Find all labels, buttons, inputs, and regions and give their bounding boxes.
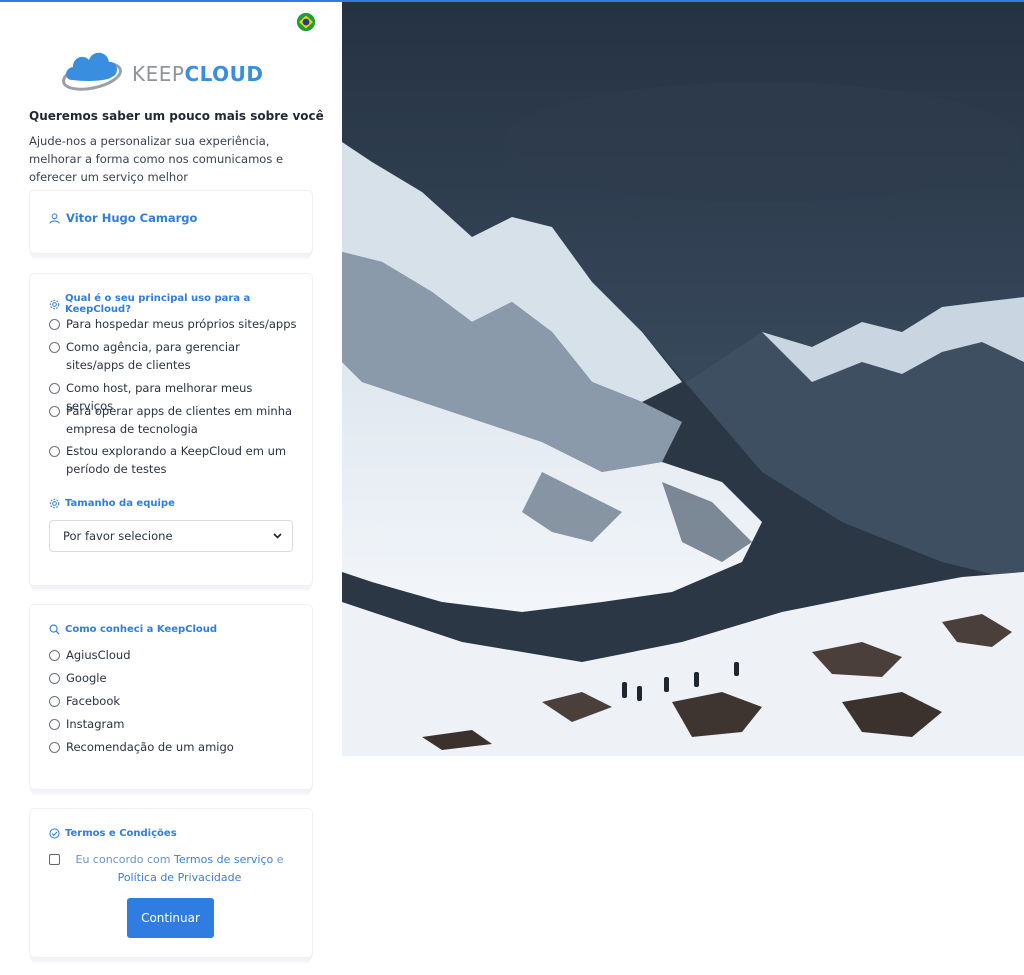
search-icon <box>49 624 60 635</box>
logo-keep-text: KEEP <box>132 62 185 86</box>
radio-button[interactable] <box>49 406 60 417</box>
check-circle-icon <box>49 828 60 839</box>
gear-icon <box>49 299 60 309</box>
terms-prefix: Eu concordo com <box>75 853 174 866</box>
intro-description: Ajude-nos a personalizar sua experiência… <box>29 134 284 184</box>
team-size-select[interactable]: Por favor selecione <box>49 520 293 552</box>
referral-option-label: Google <box>66 671 107 685</box>
gear-icon <box>49 498 60 509</box>
terms-heading-label: Termos e Condições <box>65 828 177 839</box>
terms-of-service-link[interactable]: Termos de serviço <box>174 853 273 866</box>
onboarding-panel: KEEPCLOUD Queremos saber um pouco mais s… <box>0 2 342 975</box>
radio-button[interactable] <box>49 673 60 684</box>
logo-wordmark: KEEPCLOUD <box>132 62 264 86</box>
referral-question-heading: Como conheci a KeepCloud <box>49 624 217 635</box>
usage-option[interactable]: Para operar apps de clientes em minha em… <box>49 402 299 438</box>
referral-option[interactable]: Recomendação de um amigo <box>49 738 299 756</box>
continue-button[interactable]: Continuar <box>127 898 214 938</box>
referral-option-label: Instagram <box>66 717 125 731</box>
mountain-landscape-image <box>342 2 1024 756</box>
referral-option[interactable]: Google <box>49 669 299 687</box>
terms-agreement-text: Eu concordo com Termos de serviço e Polí… <box>60 851 299 887</box>
usage-option[interactable]: Como agência, para gerenciar sites/apps … <box>49 338 299 374</box>
usage-option[interactable]: Estou explorando a KeepCloud em um perío… <box>49 442 299 478</box>
radio-button[interactable] <box>49 650 60 661</box>
chevron-down-icon <box>273 533 282 539</box>
team-size-selected-value: Por favor selecione <box>63 529 173 543</box>
usage-card: Qual é o seu principal uso para a KeepCl… <box>29 273 313 586</box>
referral-option[interactable]: Instagram <box>49 715 299 733</box>
usage-option-label: Como agência, para gerenciar sites/apps … <box>66 340 240 372</box>
brazil-flag-icon[interactable] <box>297 13 315 31</box>
usage-option-label: Para hospedar meus próprios sites/apps <box>66 317 297 331</box>
terms-checkbox[interactable] <box>49 854 60 865</box>
usage-option-label: Estou explorando a KeepCloud em um perío… <box>66 444 287 476</box>
referral-option-label: Facebook <box>66 694 121 708</box>
terms-conjunction: e <box>273 853 284 866</box>
user-icon <box>49 212 60 224</box>
radio-button[interactable] <box>49 342 60 353</box>
user-card: Vitor Hugo Camargo <box>29 190 313 254</box>
cloud-logo-icon <box>62 52 122 91</box>
radio-button[interactable] <box>49 742 60 753</box>
team-size-heading: Tamanho da equipe <box>49 498 175 509</box>
radio-button[interactable] <box>49 383 60 394</box>
referral-option[interactable]: Facebook <box>49 692 299 710</box>
usage-question-label: Qual é o seu principal uso para a KeepCl… <box>65 293 251 315</box>
mountain-hero-image <box>342 2 1024 756</box>
logo-cloud-text: CLOUD <box>184 62 264 86</box>
usage-option[interactable]: Para hospedar meus próprios sites/apps <box>49 315 299 333</box>
radio-button[interactable] <box>49 319 60 330</box>
referral-option[interactable]: AgiusCloud <box>49 646 299 664</box>
privacy-policy-link[interactable]: Política de Privacidade <box>118 871 242 884</box>
keepcloud-logo: KEEPCLOUD <box>62 40 282 96</box>
user-name: Vitor Hugo Camargo <box>66 211 198 225</box>
terms-agreement-row: Eu concordo com Termos de serviço e Polí… <box>49 851 299 887</box>
team-size-label: Tamanho da equipe <box>65 498 175 509</box>
user-name-row: Vitor Hugo Camargo <box>49 211 197 225</box>
usage-option-label: Para operar apps de clientes em minha em… <box>66 404 293 436</box>
referral-option-label: Recomendação de um amigo <box>66 740 234 754</box>
referral-card: Como conheci a KeepCloud AgiusCloud Goog… <box>29 604 313 790</box>
radio-button[interactable] <box>49 696 60 707</box>
radio-button[interactable] <box>49 446 60 457</box>
terms-heading: Termos e Condições <box>49 828 177 839</box>
terms-card: Termos e Condições Eu concordo com Termo… <box>29 808 313 958</box>
referral-question-label: Como conheci a KeepCloud <box>65 624 218 635</box>
radio-button[interactable] <box>49 719 60 730</box>
usage-question-heading: Qual é o seu principal uso para a KeepCl… <box>49 293 312 315</box>
intro-title: Queremos saber um pouco mais sobre você <box>29 109 324 123</box>
referral-option-label: AgiusCloud <box>66 648 131 662</box>
